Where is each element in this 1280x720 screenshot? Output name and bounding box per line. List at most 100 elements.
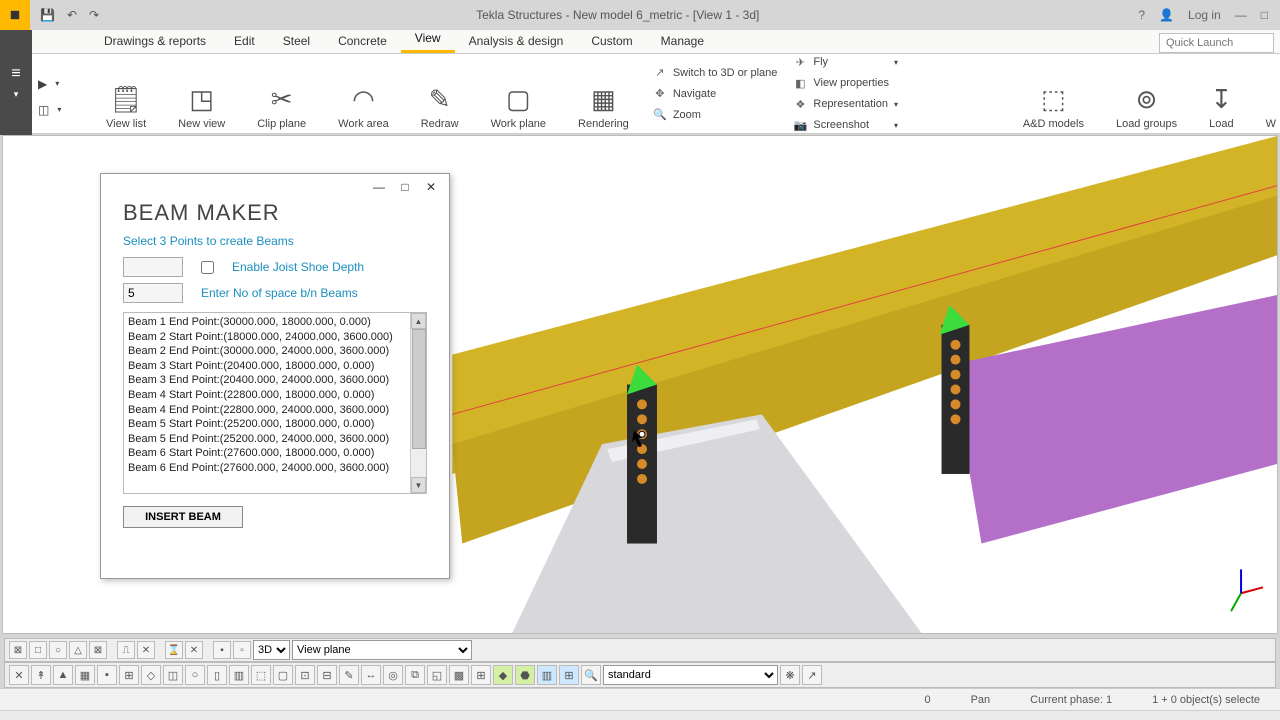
t9-icon[interactable]: ○ [185,665,205,685]
tab-steel[interactable]: Steel [269,30,324,53]
screenshot-button[interactable]: 📷Screenshot▾ [793,116,898,135]
tab-manage[interactable]: Manage [647,30,718,53]
m5-icon[interactable]: ▪ [213,641,231,659]
pointer-icon[interactable]: ▶ [38,77,47,91]
list-item[interactable]: Beam 6 Start Point:(27600.000, 18000.000… [128,446,422,461]
fly-button[interactable]: ✈Fly▾ [793,53,898,72]
help-icon[interactable]: ? [1138,8,1145,22]
viewplane-select[interactable]: View plane [292,640,472,660]
list-item[interactable]: Beam 6 End Point:(27600.000, 24000.000, … [128,461,422,476]
t18-icon[interactable]: ◎ [383,665,403,685]
t19-icon[interactable]: ⧉ [405,665,425,685]
t8-icon[interactable]: ◫ [163,665,183,685]
t4-icon[interactable]: ▦ [75,665,95,685]
t12-icon[interactable]: ⬚ [251,665,271,685]
t23-icon[interactable]: ◆ [493,665,513,685]
view-list-button[interactable]: 🗒View list [90,54,162,134]
list-item[interactable]: Beam 5 End Point:(25200.000, 24000.000, … [128,432,422,447]
list-item[interactable]: Beam 1 End Point:(30000.000, 18000.000, … [128,315,422,330]
user-icon[interactable]: 👤 [1159,8,1174,22]
w-button[interactable]: W [1250,54,1280,134]
quick-launch-input[interactable] [1159,33,1274,53]
work-area-button[interactable]: ◠Work area [322,54,405,134]
rendering-button[interactable]: ▦Rendering [562,54,645,134]
t5-icon[interactable]: ▪ [97,665,117,685]
scroll-thumb[interactable] [412,329,426,449]
t28-icon[interactable]: ❋ [780,665,800,685]
t26-icon[interactable]: ⊞ [559,665,579,685]
t11-icon[interactable]: ▥ [229,665,249,685]
m4-icon[interactable]: ✕ [185,641,203,659]
m6-icon[interactable]: ▫ [233,641,251,659]
m2-icon[interactable]: ✕ [137,641,155,659]
redo-icon[interactable]: ↷ [89,8,99,22]
maximize-button[interactable]: □ [395,179,415,195]
t7-icon[interactable]: ◇ [141,665,161,685]
shape-square-icon[interactable]: □ [29,641,47,659]
t10-icon[interactable]: ▯ [207,665,227,685]
hamburger-menu[interactable]: ≡▾ [0,30,32,135]
3d-select[interactable]: 3D [253,640,290,660]
list-item[interactable]: Beam 2 End Point:(30000.000, 24000.000, … [128,344,422,359]
tab-drawings[interactable]: Drawings & reports [90,30,220,53]
undo-icon[interactable]: ↶ [67,8,77,22]
load-groups-button[interactable]: ⊚Load groups [1100,54,1193,134]
close-button[interactable]: ✕ [421,179,441,195]
clip-plane-button[interactable]: ✂Clip plane [241,54,322,134]
t6-icon[interactable]: ⊞ [119,665,139,685]
spaces-input[interactable] [123,283,183,303]
tab-custom[interactable]: Custom [577,30,646,53]
list-item[interactable]: Beam 4 Start Point:(22800.000, 18000.000… [128,388,422,403]
t21-icon[interactable]: ▩ [449,665,469,685]
tab-concrete[interactable]: Concrete [324,30,401,53]
joist-checkbox[interactable] [201,261,214,274]
m1-icon[interactable]: ⎍ [117,641,135,659]
m3-icon[interactable]: ⌛ [165,641,183,659]
list-item[interactable]: Beam 4 End Point:(22800.000, 24000.000, … [128,403,422,418]
t3-icon[interactable]: ▲ [53,665,73,685]
shape-x2-icon[interactable]: ⊠ [89,641,107,659]
t1-icon[interactable]: ✕ [9,665,29,685]
work-plane-button[interactable]: ▢Work plane [475,54,562,134]
points-list[interactable]: Beam 1 End Point:(30000.000, 18000.000, … [123,312,427,494]
shape-x-icon[interactable]: ⊠ [9,641,27,659]
t24-icon[interactable]: ⬣ [515,665,535,685]
standard-select[interactable]: standard [603,665,778,685]
ad-models-button[interactable]: ⬚A&D models [1007,54,1100,134]
t16-icon[interactable]: ✎ [339,665,359,685]
list-item[interactable]: Beam 3 End Point:(20400.000, 24000.000, … [128,373,422,388]
tab-analysis[interactable]: Analysis & design [455,30,578,53]
scroll-up-icon[interactable]: ▲ [411,313,426,329]
shape-circle-icon[interactable]: ○ [49,641,67,659]
tab-edit[interactable]: Edit [220,30,269,53]
t13-icon[interactable]: ▢ [273,665,293,685]
list-item[interactable]: Beam 5 Start Point:(25200.000, 18000.000… [128,417,422,432]
t27-icon[interactable]: 🔍 [581,665,601,685]
minimize-button[interactable]: — [369,179,389,195]
insert-beam-button[interactable]: INSERT BEAM [123,506,243,528]
load-button[interactable]: ↧Load [1193,54,1249,134]
scrollbar[interactable]: ▲ ▼ [410,313,426,493]
cube-small-icon[interactable]: ◫ [38,103,49,117]
new-view-button[interactable]: ◳New view [162,54,241,134]
list-item[interactable]: Beam 2 Start Point:(18000.000, 24000.000… [128,330,422,345]
redraw-button[interactable]: ✎Redraw [405,54,475,134]
t15-icon[interactable]: ⊟ [317,665,337,685]
t2-icon[interactable]: ↟ [31,665,51,685]
scroll-down-icon[interactable]: ▼ [411,477,426,493]
t25-icon[interactable]: ▥ [537,665,557,685]
login-link[interactable]: Log in [1188,8,1221,22]
switch-3d-button[interactable]: ↗Switch to 3D or plane [653,63,778,82]
minimize-icon[interactable]: — [1235,8,1247,22]
maximize-icon[interactable]: □ [1261,8,1268,22]
save-icon[interactable]: 💾 [40,8,55,22]
view-properties-button[interactable]: ◧View properties [793,74,898,93]
tab-view[interactable]: View [401,27,455,53]
navigate-button[interactable]: ✥Navigate [653,84,778,103]
t17-icon[interactable]: ↔ [361,665,381,685]
t29-icon[interactable]: ↗ [802,665,822,685]
t14-icon[interactable]: ⊡ [295,665,315,685]
shape-tri-icon[interactable]: △ [69,641,87,659]
representation-button[interactable]: ❖Representation▾ [793,95,898,114]
zoom-button[interactable]: 🔍Zoom [653,105,778,124]
